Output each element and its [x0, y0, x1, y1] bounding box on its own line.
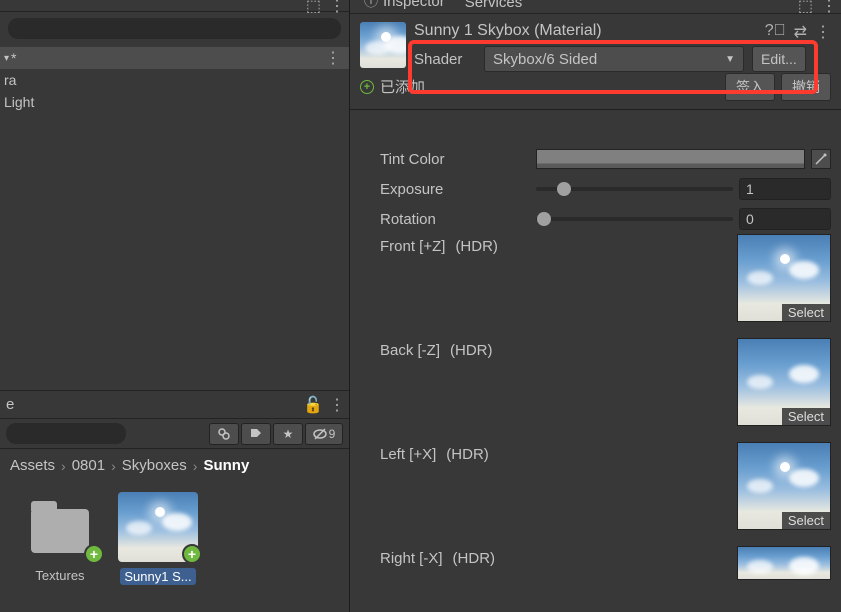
hdr-label: (HDR) — [455, 238, 498, 255]
asset-folder[interactable]: + Textures — [20, 492, 100, 585]
breadcrumb: Assets › 0801 › Skyboxes › Sunny — [0, 449, 349, 482]
hidden-button[interactable]: 9 — [305, 423, 343, 445]
item-label: ra — [4, 72, 16, 88]
texture-back-row: Back [-Z] (HDR) Select — [350, 338, 841, 442]
project-tab-label: e — [6, 396, 14, 413]
select-button[interactable]: Select — [782, 408, 830, 425]
hierarchy-search-row — [0, 12, 349, 45]
menu-icon[interactable]: ⋮ — [815, 22, 831, 42]
material-icons: ?⃝ ⇄ ⋮ — [765, 22, 831, 42]
lock-icon[interactable]: 🔓 — [303, 395, 323, 415]
favorite-button[interactable]: ★ — [273, 423, 303, 445]
checkin-button[interactable]: 签入 — [725, 73, 775, 101]
plus-icon: + — [360, 80, 374, 94]
edit-shader-button[interactable]: Edit... — [752, 46, 806, 72]
chevron-right-icon: › — [61, 458, 66, 474]
prop-label: Exposure — [380, 181, 536, 198]
shader-value: Skybox/6 Sided — [493, 51, 597, 68]
hierarchy-header: ⬚ ⋮ — [0, 0, 349, 12]
prop-label: Rotation — [380, 211, 536, 228]
shader-row: Shader Skybox/6 Sided ▼ Edit... — [414, 46, 831, 72]
shader-dropdown[interactable]: Skybox/6 Sided ▼ — [484, 46, 744, 72]
vcs-row: + 已添加 签入 撤销 — [350, 72, 841, 101]
texture-left-row: Left [+X] (HDR) Select — [350, 442, 841, 546]
project-toolbar: ★ 9 — [0, 419, 349, 449]
tab-label: Inspector — [383, 0, 445, 10]
asset-label: Textures — [35, 568, 84, 583]
scene-header-item[interactable]: ▾ * ⋮ — [0, 47, 349, 69]
rotation-slider[interactable] — [536, 217, 733, 221]
tex-label: Right [-X] — [380, 550, 443, 567]
tex-label: Back [-Z] — [380, 342, 440, 359]
hierarchy-search-input[interactable] — [8, 18, 341, 39]
expand-icon: ▾ — [4, 53, 9, 64]
scene-menu-icon[interactable]: ⋮ — [325, 48, 341, 68]
chevron-right-icon: › — [111, 458, 116, 474]
select-button[interactable]: Select — [782, 512, 830, 529]
texture-front-row: Front [+Z] (HDR) Select — [350, 234, 841, 338]
texture-right-row: Right [-X] (HDR) — [350, 546, 841, 586]
menu-icon[interactable]: ⋮ — [329, 395, 345, 415]
material-thumb: + — [118, 492, 198, 562]
texture-slot[interactable]: Select — [737, 234, 831, 322]
inspector-tabbar: ⓘ Inspector Services ⬚ ⋮ — [350, 0, 841, 14]
help-icon[interactable]: ?⃝ — [765, 22, 786, 42]
tex-label: Left [+X] — [380, 446, 436, 463]
tab-services[interactable]: Services — [455, 0, 533, 13]
asset-grid: + Textures + Sunny1 S... — [0, 482, 349, 595]
info-icon: ⓘ — [364, 0, 378, 11]
chevron-right-icon: › — [193, 458, 198, 474]
preset-icon[interactable]: ⇄ — [794, 22, 807, 42]
undo-button[interactable]: 撤销 — [781, 73, 831, 101]
hierarchy-item[interactable]: Light — [0, 91, 349, 113]
tint-color-row: Tint Color — [350, 144, 841, 174]
tex-label: Front [+Z] — [380, 238, 445, 255]
rotation-input[interactable] — [739, 208, 831, 230]
project-search-input[interactable] — [6, 423, 126, 444]
chevron-down-icon: ▼ — [725, 54, 735, 65]
tab-inspector[interactable]: ⓘ Inspector — [354, 0, 455, 13]
color-field[interactable] — [536, 149, 805, 169]
hdr-label: (HDR) — [453, 550, 496, 567]
crumb-active[interactable]: Sunny — [203, 457, 249, 474]
tab-label: Services — [465, 0, 523, 11]
hidden-count: 9 — [329, 427, 336, 441]
inspector-panel: ⓘ Inspector Services ⬚ ⋮ Sunny 1 Skybox … — [350, 0, 841, 612]
texture-slot[interactable]: Select — [737, 442, 831, 530]
asset-label: Sunny1 S... — [120, 568, 195, 585]
hierarchy-panel: ⬚ ⋮ ▾ * ⋮ ra Light — [0, 0, 349, 390]
plus-badge-icon: + — [84, 544, 104, 564]
maximize-icon[interactable]: ⬚ — [306, 0, 321, 16]
material-header: Sunny 1 Skybox (Material) Shader Skybox/… — [350, 14, 841, 72]
texture-slot[interactable]: Select — [737, 338, 831, 426]
item-label: Light — [4, 94, 34, 110]
menu-icon[interactable]: ⋮ — [329, 0, 345, 16]
asset-material[interactable]: + Sunny1 S... — [118, 492, 198, 585]
folder-icon: + — [20, 492, 100, 562]
hdr-label: (HDR) — [446, 446, 489, 463]
exposure-slider[interactable] — [536, 187, 733, 191]
filter-label-button[interactable] — [241, 423, 271, 445]
prop-label: Tint Color — [380, 151, 536, 168]
project-panel: e 🔓 ⋮ ★ 9 Assets › 0801 › Skyboxes › Sun… — [0, 390, 349, 612]
plus-badge-icon: + — [182, 544, 202, 564]
exposure-row: Exposure — [350, 174, 841, 204]
crumb[interactable]: Assets — [10, 457, 55, 474]
crumb[interactable]: 0801 — [72, 457, 105, 474]
texture-slot[interactable] — [737, 546, 831, 580]
exposure-input[interactable] — [739, 178, 831, 200]
rotation-row: Rotation — [350, 204, 841, 234]
vcs-status-label: 已添加 — [380, 76, 425, 97]
material-preview[interactable] — [360, 22, 406, 68]
scene-star: * — [11, 50, 16, 66]
hierarchy-items: ▾ * ⋮ ra Light — [0, 45, 349, 115]
select-button[interactable]: Select — [782, 304, 830, 321]
hierarchy-item[interactable]: ra — [0, 69, 349, 91]
shader-label: Shader — [414, 51, 476, 68]
hdr-label: (HDR) — [450, 342, 493, 359]
project-header: e 🔓 ⋮ — [0, 391, 349, 419]
filter-type-button[interactable] — [209, 423, 239, 445]
crumb[interactable]: Skyboxes — [122, 457, 187, 474]
color-picker-icon[interactable] — [811, 149, 831, 169]
